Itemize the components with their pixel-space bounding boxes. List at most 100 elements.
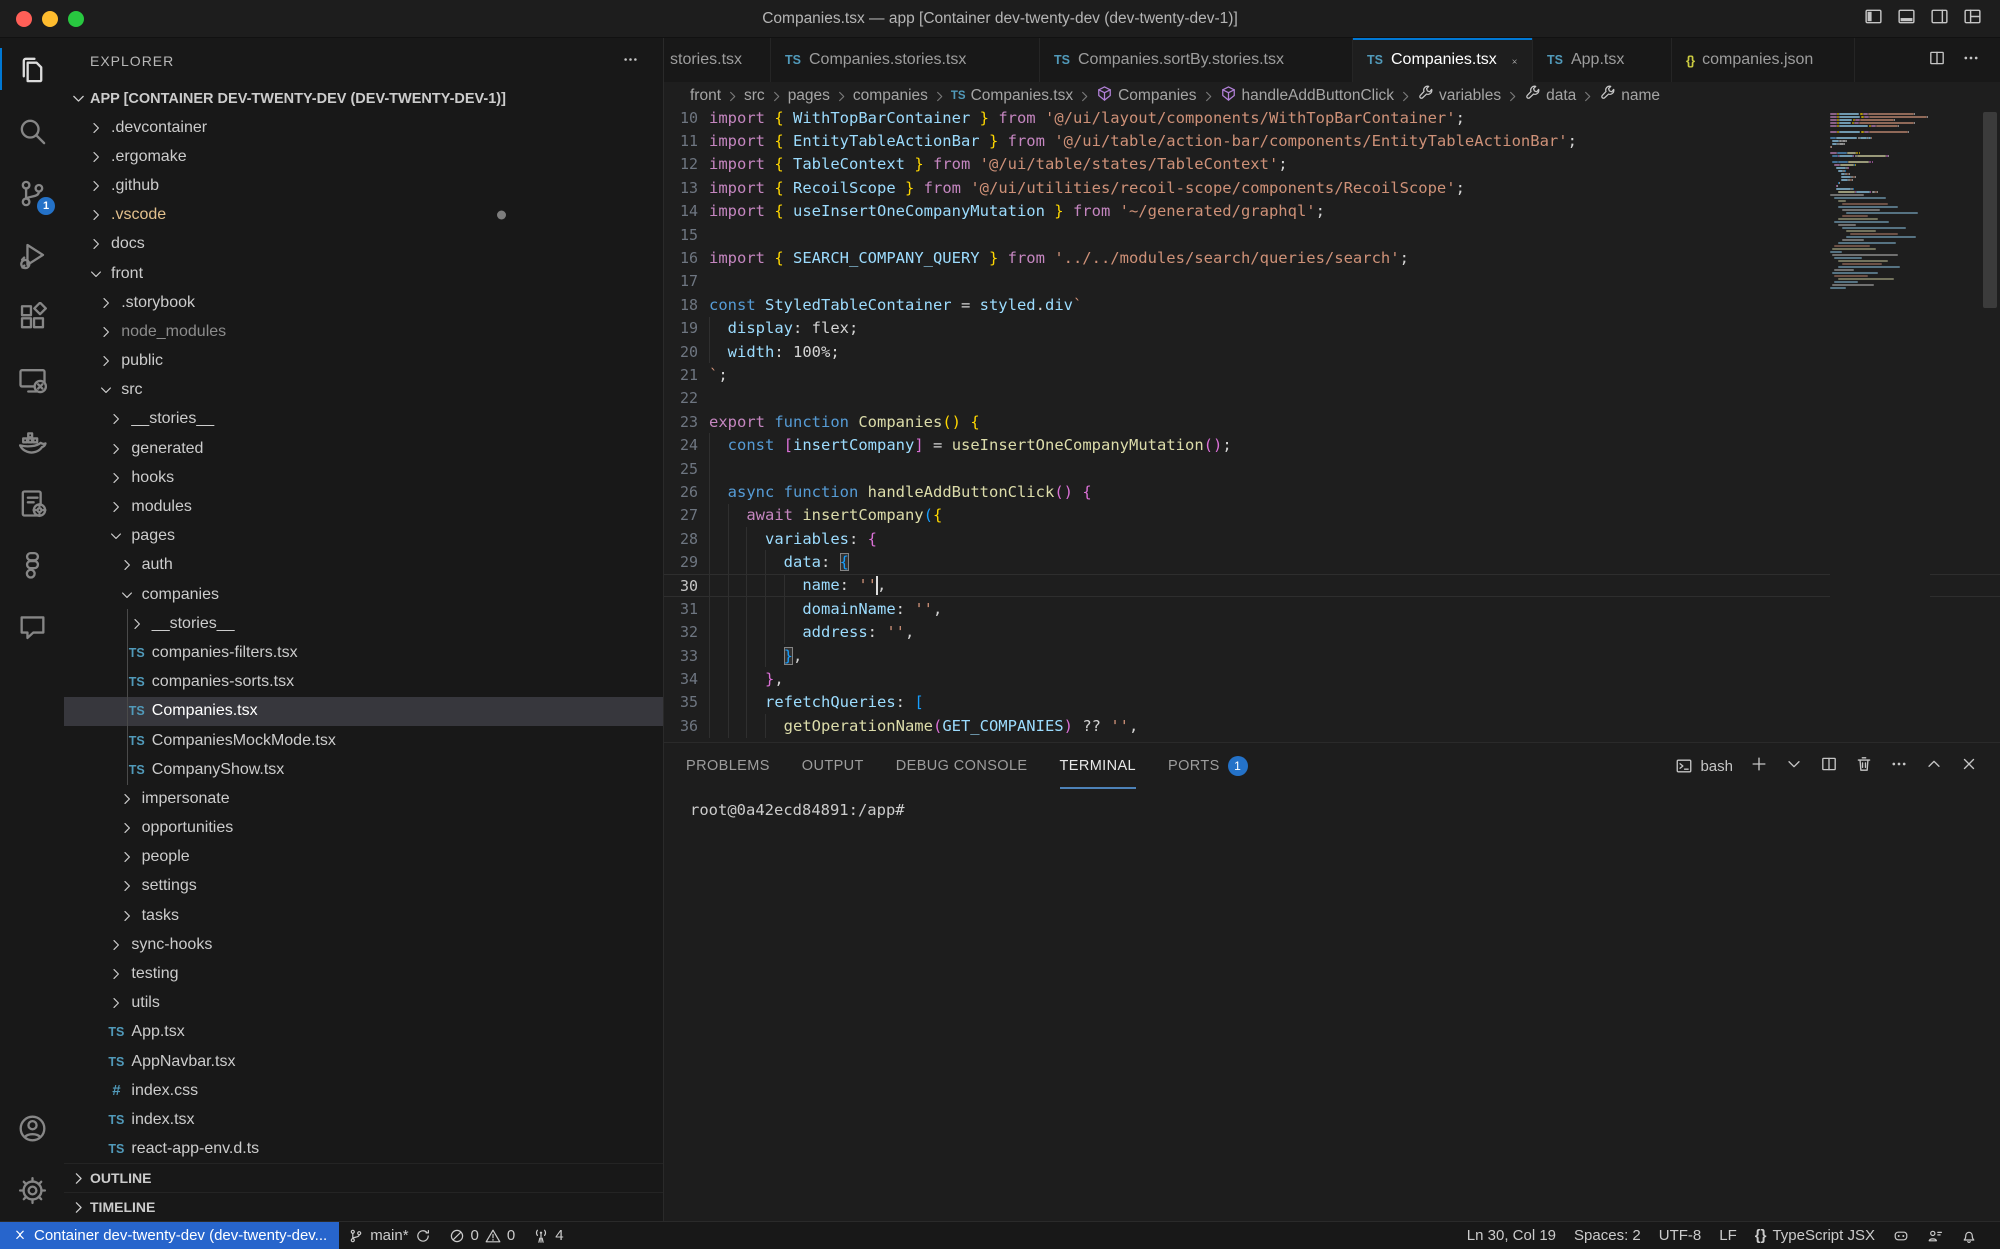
ellipsis-editor-button[interactable] [1962, 49, 1980, 72]
tree-item-pages[interactable]: pages [64, 522, 663, 551]
breadcrumb-src[interactable]: src [744, 87, 765, 105]
tree-item-auth[interactable]: auth [64, 551, 663, 580]
tree-item-.storybook[interactable]: .storybook [64, 288, 663, 317]
tree-item-CompaniesMockMode.tsx[interactable]: TSCompaniesMockMode.tsx [64, 726, 663, 755]
shell-selector[interactable]: bash [1675, 757, 1733, 775]
zoom-window-button[interactable] [68, 11, 84, 27]
tree-item-CompanyShow.tsx[interactable]: TSCompanyShow.tsx [64, 755, 663, 784]
code-line-13[interactable]: 13import { RecoilScope } from '@/ui/util… [664, 176, 2000, 199]
panel-tab-DEBUG CONSOLE[interactable]: DEBUG CONSOLE [896, 743, 1028, 789]
minimize-window-button[interactable] [42, 11, 58, 27]
activity-explorer[interactable] [0, 38, 64, 100]
tree-item-opportunities[interactable]: opportunities [64, 814, 663, 843]
tree-item-front[interactable]: front [64, 259, 663, 288]
activity-extensions[interactable] [0, 286, 64, 348]
status-copilot[interactable] [1884, 1222, 1918, 1249]
remote-indicator[interactable]: Container dev-twenty-dev (dev-twenty-dev… [0, 1222, 339, 1249]
code-line-11[interactable]: 11import { EntityTableActionBar } from '… [664, 129, 2000, 152]
tree-item-companies[interactable]: companies [64, 580, 663, 609]
tree-item-people[interactable]: people [64, 843, 663, 872]
activity-comments[interactable] [0, 596, 64, 658]
tab-companies.json[interactable]: {}companies.json [1672, 38, 1855, 82]
tree-item-sync-hooks[interactable]: sync-hooks [64, 930, 663, 959]
code-line-33[interactable]: 33 }, [664, 644, 2000, 667]
activity-accounts[interactable] [0, 1097, 64, 1159]
code-line-32[interactable]: 32 address: '', [664, 621, 2000, 644]
close-window-button[interactable] [16, 11, 32, 27]
panel-trash-button[interactable] [1855, 755, 1873, 777]
status-git-branch[interactable]: main* [339, 1222, 439, 1249]
code-line-20[interactable]: 20 width: 100%; [664, 340, 2000, 363]
code-line-31[interactable]: 31 domainName: '', [664, 597, 2000, 620]
layout-panel-button[interactable] [1897, 7, 1916, 31]
breadcrumb-handleAddButtonClick[interactable]: handleAddButtonClick [1220, 85, 1395, 107]
activity-remote-explorer[interactable] [0, 348, 64, 410]
code-line-10[interactable]: 10import { WithTopBarContainer } from '@… [664, 110, 2000, 129]
tree-item-.devcontainer[interactable]: .devcontainer [64, 113, 663, 142]
breadcrumb-companies[interactable]: companies [853, 87, 928, 105]
breadcrumb-front[interactable]: front [690, 87, 721, 105]
status-encoding[interactable]: UTF-8 [1650, 1222, 1711, 1249]
tab-Companies.stories.tsx[interactable]: TSCompanies.stories.tsx [771, 38, 1040, 82]
tree-item-hooks[interactable]: hooks [64, 463, 663, 492]
panel-tab-PORTS[interactable]: PORTS1 [1168, 743, 1248, 789]
code-line-23[interactable]: 23export function Companies() { [664, 410, 2000, 433]
code-line-19[interactable]: 19 display: flex; [664, 317, 2000, 340]
panel-split-button[interactable] [1820, 755, 1838, 777]
code-line-30[interactable]: 30 name: '', [664, 574, 2000, 597]
tree-item-.github[interactable]: .github [64, 171, 663, 200]
minimap[interactable] [1830, 110, 1930, 742]
tree-item-utils[interactable]: utils [64, 989, 663, 1018]
tree-item-AppNavbar.tsx[interactable]: TSAppNavbar.tsx [64, 1047, 663, 1076]
code-line-35[interactable]: 35 refetchQueries: [ [664, 691, 2000, 714]
tree-item-generated[interactable]: generated [64, 434, 663, 463]
tree-item-index.css[interactable]: #index.css [64, 1076, 663, 1105]
tree-item-.vscode[interactable]: .vscode [64, 201, 663, 230]
layout-customize-button[interactable] [1963, 7, 1982, 31]
status-eol[interactable]: LF [1710, 1222, 1746, 1249]
code-line-24[interactable]: 24 const [insertCompany] = useInsertOneC… [664, 433, 2000, 456]
workspace-section-header[interactable]: APP [CONTAINER DEV-TWENTY-DEV (DEV-TWENT… [64, 84, 663, 113]
tree-item-companies-sorts.tsx[interactable]: TScompanies-sorts.tsx [64, 668, 663, 697]
panel-chev-d-button[interactable] [1785, 755, 1803, 777]
breadcrumb-name[interactable]: name [1599, 85, 1660, 107]
panel-close-button[interactable] [1960, 755, 1978, 777]
tree-item-.ergomake[interactable]: .ergomake [64, 142, 663, 171]
tree-item-react-app-env.d.ts[interactable]: TSreact-app-env.d.ts [64, 1135, 663, 1164]
explorer-more-actions-button[interactable] [622, 51, 639, 71]
code-line-16[interactable]: 16import { SEARCH_COMPANY_QUERY } from '… [664, 246, 2000, 269]
activity-settings[interactable] [0, 1159, 64, 1221]
code-line-29[interactable]: 29 data: { [664, 550, 2000, 573]
breadcrumb-Companies.tsx[interactable]: TSCompanies.tsx [951, 87, 1073, 105]
panel-tab-PROBLEMS[interactable]: PROBLEMS [686, 743, 770, 789]
tab-stories.tsx[interactable]: stories.tsx [664, 38, 771, 82]
breadcrumb-data[interactable]: data [1524, 85, 1576, 107]
panel-ellipsis-button[interactable] [1890, 755, 1908, 777]
tab-Companies.tsx[interactable]: TSCompanies.tsx [1353, 38, 1533, 82]
panel-tab-OUTPUT[interactable]: OUTPUT [802, 743, 864, 789]
activity-dev-containers[interactable] [0, 472, 64, 534]
code-line-21[interactable]: 21`; [664, 363, 2000, 386]
code-line-14[interactable]: 14import { useInsertOneCompanyMutation }… [664, 200, 2000, 223]
tree-item-public[interactable]: public [64, 347, 663, 376]
breadcrumb-variables[interactable]: variables [1417, 85, 1501, 107]
tree-item-companies-filters.tsx[interactable]: TScompanies-filters.tsx [64, 638, 663, 667]
split-editor-button[interactable] [1928, 49, 1946, 72]
status-problems[interactable]: 00 [440, 1222, 525, 1249]
code-line-27[interactable]: 27 await insertCompany({ [664, 504, 2000, 527]
code-line-15[interactable]: 15 [664, 223, 2000, 246]
activity-docker[interactable] [0, 410, 64, 472]
panel-tab-TERMINAL[interactable]: TERMINAL [1060, 743, 1137, 789]
tab-App.tsx[interactable]: TSApp.tsx [1533, 38, 1672, 82]
activity-run-and-debug[interactable] [0, 224, 64, 286]
status-notifications[interactable] [1952, 1222, 1986, 1249]
code-line-25[interactable]: 25 [664, 457, 2000, 480]
status-language-mode[interactable]: {}TypeScript JSX [1746, 1222, 1884, 1249]
status-ports-forwarded[interactable]: 4 [524, 1222, 572, 1249]
breadcrumb-pages[interactable]: pages [788, 87, 830, 105]
tree-item-tasks[interactable]: tasks [64, 901, 663, 930]
tab-Companies.sortBy.stories.tsx[interactable]: TSCompanies.sortBy.stories.tsx [1040, 38, 1353, 82]
code-line-28[interactable]: 28 variables: { [664, 527, 2000, 550]
scrollbar-thumb[interactable] [1983, 112, 1997, 308]
layout-sidebar-right-button[interactable] [1930, 7, 1949, 31]
